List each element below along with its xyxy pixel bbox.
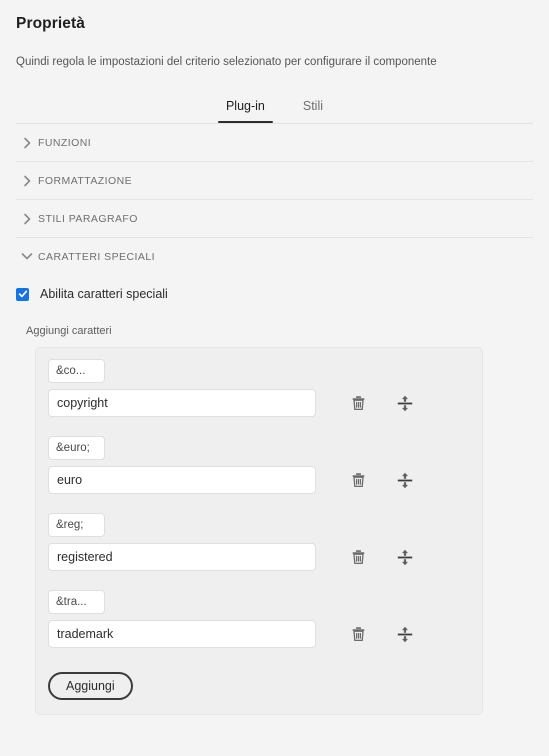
tab-bar: Plug-in Stili [0,94,549,123]
trash-icon[interactable] [349,547,367,567]
accordion-item-label: FORMATTAZIONE [38,174,133,187]
list-item-row: trademark [48,620,482,648]
list-item-row: registered [48,543,482,571]
tab-stili[interactable]: Stili [295,94,331,123]
accordion: FUNZIONI FORMATTAZIONE STILI PARAGRAFO C… [16,124,533,275]
name-input[interactable]: copyright [48,389,316,417]
chevron-right-icon [16,175,38,187]
characters-list: &co... copyright &euro; euro &reg; regis… [35,347,483,715]
entity-input[interactable]: &euro; [48,436,105,460]
add-characters-label: Aggiungi caratteri [26,325,112,337]
enable-special-characters-checkbox[interactable]: Abilita caratteri speciali [16,286,549,302]
accordion-item-caratteri-speciali[interactable]: CARATTERI SPECIALI [16,238,533,275]
entity-input[interactable]: &co... [48,359,105,383]
list-item: &euro; euro [36,436,482,494]
accordion-item-formattazione[interactable]: FORMATTAZIONE [16,162,533,200]
page-subtitle: Quindi regola le impostazioni del criter… [16,56,437,68]
list-item-row: euro [48,466,482,494]
list-item: &co... copyright [36,359,482,417]
panel-header: Proprietà Quindi regola le impostazioni … [0,0,549,70]
properties-panel: Proprietà Quindi regola le impostazioni … [0,0,549,756]
accordion-item-label: FUNZIONI [38,136,92,149]
trash-icon[interactable] [349,624,367,644]
chevron-down-icon [16,252,38,261]
name-input[interactable]: registered [48,543,316,571]
trash-icon[interactable] [349,393,367,413]
move-vertical-icon[interactable] [396,547,414,567]
list-item: &tra... trademark [36,590,482,648]
row-actions [349,470,414,490]
row-actions [349,624,414,644]
entity-input[interactable]: &tra... [48,590,105,614]
checkbox-checked-icon [16,287,29,301]
name-input[interactable]: euro [48,466,316,494]
move-vertical-icon[interactable] [396,470,414,490]
trash-icon[interactable] [349,470,367,490]
move-vertical-icon[interactable] [396,393,414,413]
row-actions [349,393,414,413]
accordion-item-label: CARATTERI SPECIALI [38,250,156,263]
add-button[interactable]: Aggiungi [48,672,133,700]
name-input[interactable]: trademark [48,620,316,648]
entity-input[interactable]: &reg; [48,513,105,537]
accordion-item-funzioni[interactable]: FUNZIONI [16,124,533,162]
tab-plugin[interactable]: Plug-in [217,94,273,123]
page-title: Proprietà [16,15,85,32]
accordion-item-stili-paragrafo[interactable]: STILI PARAGRAFO [16,200,533,238]
list-item-row: copyright [48,389,482,417]
accordion-item-label: STILI PARAGRAFO [38,212,138,225]
move-vertical-icon[interactable] [396,624,414,644]
list-item: &reg; registered [36,513,482,571]
chevron-right-icon [16,137,38,149]
chevron-right-icon [16,213,38,225]
row-actions [349,547,414,567]
checkbox-label: Abilita caratteri speciali [40,287,168,301]
